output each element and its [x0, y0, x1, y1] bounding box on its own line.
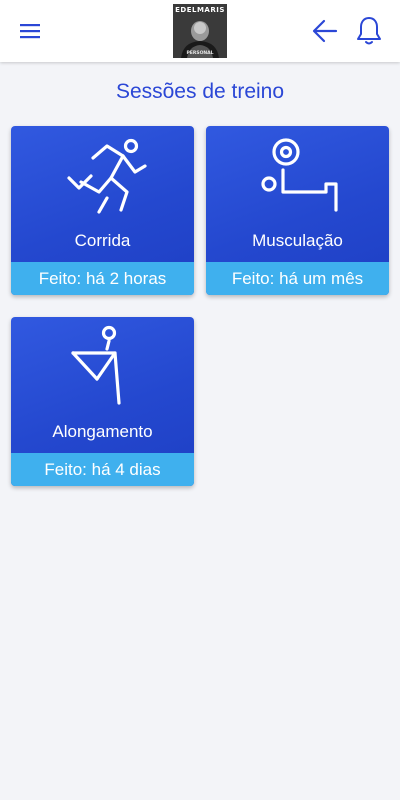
page-title: Sessões de treino — [115, 80, 285, 103]
session-label: Musculação — [252, 231, 343, 250]
hamburger-menu-icon[interactable] — [18, 20, 44, 42]
stretching-icon — [11, 317, 194, 417]
weightlifting-icon — [206, 126, 389, 226]
session-status: Feito: há um mês — [206, 262, 389, 295]
session-label: Corrida — [74, 231, 131, 250]
session-status: Feito: há 4 dias — [11, 453, 194, 486]
arrow-left-icon[interactable] — [311, 18, 339, 44]
running-icon — [11, 126, 194, 226]
app-header: EDELMARIS PERSONAL — [0, 0, 400, 62]
logo-bottom-text: PERSONAL — [186, 51, 214, 56]
session-card-running[interactable]: Corrida Feito: há 2 horas — [11, 126, 194, 295]
session-status: Feito: há 2 horas — [11, 262, 194, 295]
brand-logo: EDELMARIS PERSONAL — [173, 4, 227, 58]
logo-top-text: EDELMARIS — [175, 6, 225, 14]
bell-icon[interactable] — [355, 15, 383, 47]
session-label: Alongamento — [52, 422, 153, 441]
session-card-stretching[interactable]: Alongamento Feito: há 4 dias — [11, 317, 194, 486]
session-card-weightlifting[interactable]: Musculação Feito: há um mês — [206, 126, 389, 295]
